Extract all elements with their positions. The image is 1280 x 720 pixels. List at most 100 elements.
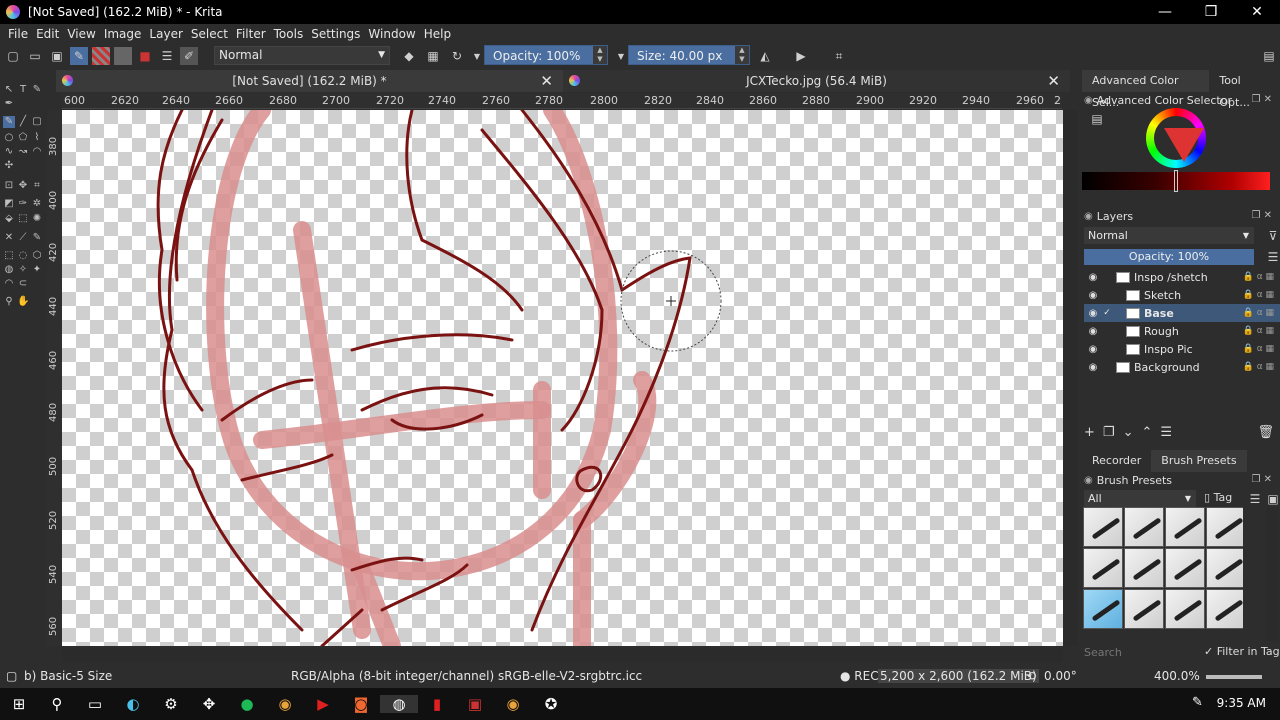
color-picker-icon[interactable]: ✑	[17, 198, 29, 210]
workspace-icon[interactable]: ▤	[1260, 47, 1278, 65]
taskbar-clock[interactable]: 9:35 AM	[1217, 696, 1266, 710]
color-wheel[interactable]	[1146, 108, 1206, 168]
color-settings-icon[interactable]: ▤	[1088, 110, 1106, 128]
assistant-tool-icon[interactable]: ✕	[3, 232, 15, 244]
close-tab-icon[interactable]: ✕	[540, 72, 553, 90]
rect-select-icon[interactable]: ⬚	[3, 250, 15, 262]
eye-icon[interactable]: ◉	[1086, 344, 1100, 355]
grid-view-icon[interactable]: ▣	[1264, 490, 1280, 508]
pan-tool-icon[interactable]: ✋	[17, 296, 29, 308]
current-brush-icon[interactable]: ✐	[180, 47, 198, 65]
menu-file[interactable]: File	[4, 27, 32, 41]
windows-start-icon[interactable]: ⊞	[0, 695, 38, 713]
color-swap-icon[interactable]: ■	[136, 47, 154, 65]
menu-tools[interactable]: Tools	[270, 27, 308, 41]
select-shape-icon[interactable]: ↖	[3, 84, 15, 96]
eye-icon[interactable]: ◉	[1086, 308, 1100, 319]
brush-presets-icon[interactable]: ☰	[158, 47, 176, 65]
tab-advanced-color-selector[interactable]: Advanced Color Sel...	[1082, 70, 1210, 109]
menu-filter[interactable]: Filter	[232, 27, 270, 41]
calligraphy-icon[interactable]: ✒	[3, 98, 15, 110]
mirror-vertical-icon[interactable]: ▶	[792, 47, 810, 65]
opacity-slider[interactable]: Opacity: 100% ▲ ▼	[484, 45, 608, 65]
layer-lock-icon[interactable]: 🔒 α ▦	[1243, 362, 1274, 372]
netflix-icon[interactable]: ▮	[418, 695, 456, 713]
freehand-select-icon[interactable]: ◍	[3, 264, 15, 276]
horizontal-scrollbar[interactable]	[62, 648, 1063, 662]
brush-preset[interactable]	[1124, 548, 1164, 588]
bezier-tool-icon[interactable]: ∿	[3, 146, 15, 158]
move-down-icon[interactable]: ⌄	[1123, 425, 1134, 440]
magnetic-select-icon[interactable]: ⊂	[17, 278, 29, 290]
line-tool-icon[interactable]: ╱	[17, 116, 29, 128]
close-button[interactable]: ✕	[1234, 0, 1280, 24]
size-slider[interactable]: Size: 40.00 px ▲ ▼	[628, 45, 750, 65]
brush-preset[interactable]	[1206, 507, 1243, 547]
brush-preset[interactable]	[1206, 589, 1243, 629]
move-tool-icon[interactable]: ✥	[17, 180, 29, 192]
eye-icon[interactable]: ◉	[1086, 290, 1100, 301]
menu-edit[interactable]: Edit	[32, 27, 63, 41]
layer-options-icon[interactable]: ☰	[1264, 248, 1280, 266]
brush-search-input[interactable]	[1082, 644, 1198, 660]
text-tool-icon[interactable]: T	[17, 84, 29, 96]
colorize-mask-icon[interactable]: ✺	[31, 213, 43, 225]
layer-row[interactable]: ◉ Inspo Pic 🔒 α ▦	[1084, 340, 1280, 358]
layer-lock-icon[interactable]: 🔒 α ▦	[1243, 308, 1274, 318]
layer-blend-select[interactable]: Normal ▼	[1084, 227, 1254, 244]
smart-patch-icon[interactable]: ✲	[31, 198, 43, 210]
layer-lock-icon[interactable]: 🔒 α ▦	[1243, 272, 1274, 282]
eye-icon[interactable]: ◉	[1086, 326, 1100, 337]
alpha-lock-icon[interactable]: ▦	[424, 47, 442, 65]
tab-not-saved[interactable]: [Not Saved] (162.2 MiB) * ✕	[56, 70, 563, 92]
tab-tool-options[interactable]: Tool Opt...	[1209, 70, 1280, 109]
open-folder-icon[interactable]: ▭	[26, 47, 44, 65]
color-history-bar[interactable]	[1082, 170, 1270, 192]
enclose-fill-icon[interactable]: ⬚	[17, 213, 29, 225]
menu-settings[interactable]: Settings	[307, 27, 364, 41]
current-brush-name[interactable]: b) Basic-5 Size	[24, 669, 112, 683]
menu-help[interactable]: Help	[420, 27, 455, 41]
freehand-brush-icon[interactable]: ✎	[3, 116, 15, 128]
reference-tool-icon[interactable]: ✎	[31, 232, 43, 244]
contiguous-select-icon[interactable]: ✧	[17, 264, 29, 276]
bezier-select-icon[interactable]: ◠	[3, 278, 15, 290]
opacity-spinner[interactable]: ▲ ▼	[593, 46, 607, 64]
layer-properties-icon[interactable]: ☰	[1160, 425, 1172, 440]
crop-tool-icon[interactable]: ⌗	[31, 180, 43, 192]
similar-select-icon[interactable]: ✦	[31, 264, 43, 276]
menu-view[interactable]: View	[63, 27, 99, 41]
filter-icon[interactable]: ⊽	[1264, 227, 1280, 245]
restore-button[interactable]: ❒	[1188, 0, 1234, 24]
eraser-icon[interactable]: ◆	[400, 47, 418, 65]
zoom-slider[interactable]	[1206, 675, 1262, 679]
rectangle-tool-icon[interactable]: ▢	[31, 116, 43, 128]
delete-layer-icon[interactable]: 🗑	[1257, 425, 1274, 440]
reload-icon[interactable]: ↻	[448, 47, 466, 65]
duplicate-layer-icon[interactable]: ❐	[1103, 425, 1115, 440]
layer-row[interactable]: ◉ Inspo /shetch 🔒 α ▦	[1084, 268, 1280, 286]
eye-icon[interactable]: ◉	[1086, 362, 1100, 373]
tab-recorder[interactable]: Recorder	[1082, 450, 1151, 472]
chrome-icon[interactable]: ◉	[266, 695, 304, 713]
menu-image[interactable]: Image	[100, 27, 146, 41]
brush-preset-selected[interactable]	[1083, 589, 1123, 629]
list-view-icon[interactable]: ☰	[1246, 490, 1264, 508]
app-icon[interactable]: ✪	[532, 695, 570, 713]
layer-row[interactable]: ◉ Rough 🔒 α ▦	[1084, 322, 1280, 340]
rotate-icon[interactable]: ⟲	[1026, 669, 1036, 683]
layer-row[interactable]: ◉ Background 🔒 α ▦	[1084, 358, 1280, 376]
transform-tool-icon[interactable]: ⊡	[3, 180, 15, 192]
search-icon[interactable]: ⚲	[38, 695, 76, 713]
tab-brush-presets[interactable]: Brush Presets	[1151, 450, 1247, 472]
settings-gear-icon[interactable]: ⚙	[152, 695, 190, 713]
brush-preset[interactable]	[1165, 507, 1205, 547]
panel-float-close-icon[interactable]: ❐ ✕	[1251, 474, 1272, 485]
layer-lock-icon[interactable]: 🔒 α ▦	[1243, 290, 1274, 300]
recorder-status[interactable]: ● REC	[840, 669, 879, 683]
layer-opacity-slider[interactable]: Opacity: 100%	[1084, 249, 1254, 265]
measure-tool-icon[interactable]: ⟋	[17, 232, 29, 244]
tag-button[interactable]: ▯ Tag	[1204, 491, 1232, 504]
app-icon[interactable]: ◐	[114, 695, 152, 713]
layer-lock-icon[interactable]: 🔒 α ▦	[1243, 344, 1274, 354]
